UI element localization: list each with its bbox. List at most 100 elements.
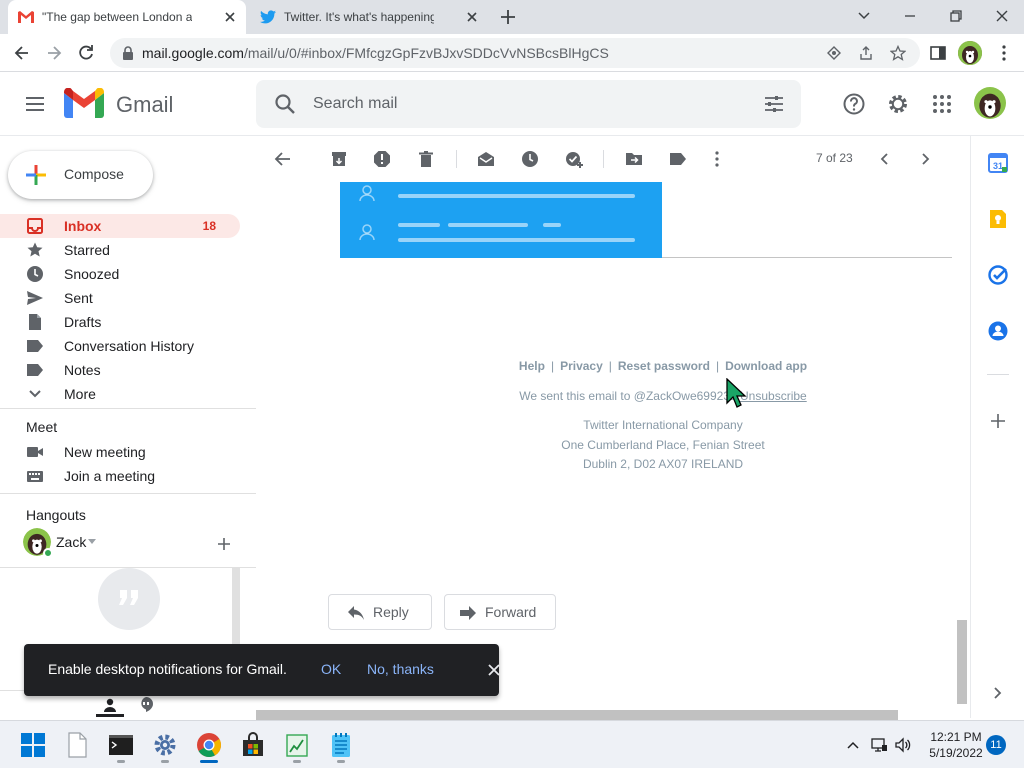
keep-icon[interactable]	[987, 208, 1009, 230]
close-icon[interactable]	[464, 9, 480, 25]
settings-gear-icon[interactable]	[886, 92, 910, 116]
compose-button[interactable]: Compose	[8, 151, 153, 199]
chevron-left-icon[interactable]	[876, 150, 894, 168]
lock-icon[interactable]	[120, 45, 136, 61]
vertical-scrollbar[interactable]	[957, 620, 967, 704]
share-icon[interactable]	[858, 45, 874, 61]
nav-item-starred[interactable]: Starred	[0, 238, 256, 262]
system-clock[interactable]: 12:21 PM 5/19/2022	[920, 729, 992, 761]
nav-item-drafts[interactable]: Drafts	[0, 310, 256, 334]
new-tab-icon[interactable]	[498, 7, 518, 27]
close-icon[interactable]	[222, 9, 238, 25]
hangouts-avatar[interactable]	[23, 528, 53, 558]
meet-list: New meeting Join a meeting	[0, 440, 256, 488]
gmail-header: Gmail Search mail	[0, 72, 1024, 136]
help-link[interactable]: Help	[519, 359, 545, 373]
label-icon	[27, 364, 43, 376]
restore-icon[interactable]	[944, 5, 968, 27]
archive-icon[interactable]	[330, 150, 348, 168]
nav-item-inbox[interactable]: Inbox 18	[0, 214, 240, 238]
toast-no-thanks-button[interactable]: No, thanks	[367, 661, 434, 677]
privacy-link[interactable]: Privacy	[560, 359, 603, 373]
contacts-icon[interactable]	[987, 320, 1009, 342]
calendar-icon[interactable]: 31	[987, 152, 1009, 174]
online-status-dot	[43, 548, 53, 558]
file-icon[interactable]	[64, 732, 90, 758]
close-window-icon[interactable]	[990, 5, 1014, 27]
report-spam-icon[interactable]	[373, 150, 391, 168]
network-icon[interactable]	[870, 736, 888, 754]
nav-item-snoozed[interactable]: Snoozed	[0, 262, 256, 286]
help-icon[interactable]	[842, 92, 866, 116]
search-options-icon[interactable]	[763, 93, 785, 115]
tab-gmail[interactable]: "The gap between London and the	[8, 0, 246, 34]
caret-down-icon[interactable]	[88, 539, 96, 545]
nav-label: Join a meeting	[64, 468, 156, 484]
search-input[interactable]: Search mail	[313, 95, 397, 113]
notification-badge[interactable]: 11	[986, 735, 1006, 755]
main-menu-icon[interactable]	[24, 94, 46, 114]
close-icon[interactable]	[486, 662, 502, 678]
site-settings-icon[interactable]	[826, 45, 842, 61]
windows-start-icon[interactable]	[20, 732, 46, 758]
reply-button[interactable]: Reply	[328, 594, 432, 630]
back-icon[interactable]	[12, 43, 32, 63]
horizontal-scrollbar[interactable]	[256, 710, 898, 720]
account-avatar[interactable]	[974, 87, 1006, 119]
label-icon[interactable]	[669, 150, 687, 168]
forward-icon[interactable]	[44, 43, 64, 63]
search-bar[interactable]: Search mail	[256, 80, 801, 128]
tab-twitter[interactable]: Twitter. It's what's happening / T	[250, 0, 488, 34]
omnibox[interactable]: mail.google.com/mail/u/0/#inbox/FMfcgzGp…	[110, 38, 920, 68]
delete-icon[interactable]	[417, 150, 435, 168]
chevron-right-icon[interactable]	[916, 150, 934, 168]
download-app-link[interactable]: Download app	[725, 359, 807, 373]
spreadsheet-icon[interactable]	[284, 732, 310, 758]
settings-gear-icon[interactable]	[152, 732, 178, 758]
toast-ok-button[interactable]: OK	[321, 661, 341, 677]
nav-item-notes[interactable]: Notes	[0, 358, 256, 382]
join-meeting-item[interactable]: Join a meeting	[0, 464, 256, 488]
person-icon[interactable]	[102, 697, 118, 713]
show-side-panel-chevron-icon[interactable]	[987, 682, 1009, 704]
volume-icon[interactable]	[894, 736, 912, 754]
mark-unread-icon[interactable]	[477, 150, 495, 168]
hangouts-chat-icon[interactable]	[138, 696, 154, 713]
terminal-icon[interactable]	[108, 732, 134, 758]
store-icon[interactable]	[240, 732, 266, 758]
gmail-wordmark: Gmail	[116, 92, 174, 117]
chrome-icon[interactable]	[196, 732, 222, 758]
chevron-down-icon[interactable]	[852, 5, 876, 27]
back-to-inbox-icon[interactable]	[274, 150, 292, 168]
toast-message: Enable desktop notifications for Gmail.	[48, 661, 287, 677]
forward-button[interactable]: Forward	[444, 594, 556, 630]
hangouts-user[interactable]: Zack	[56, 534, 86, 550]
new-meeting-item[interactable]: New meeting	[0, 440, 256, 464]
snooze-icon[interactable]	[521, 150, 539, 168]
bookmark-star-icon[interactable]	[890, 45, 906, 61]
more-vert-icon[interactable]	[708, 150, 726, 168]
minimize-icon[interactable]	[898, 5, 922, 27]
add-icon[interactable]	[216, 536, 232, 552]
get-addons-plus-icon[interactable]	[987, 410, 1009, 432]
gmail-logo-icon[interactable]	[64, 88, 104, 118]
twitter-promo-card[interactable]	[340, 182, 662, 258]
nav-item-more[interactable]: More	[0, 382, 256, 406]
nav-item-conversation-history[interactable]: Conversation History	[0, 334, 256, 358]
side-panel-icon[interactable]	[928, 43, 948, 63]
unsubscribe-link[interactable]: Unsubscribe	[740, 389, 807, 403]
add-to-tasks-icon[interactable]	[565, 150, 583, 168]
notepad-icon[interactable]	[328, 732, 354, 758]
more-vert-icon[interactable]	[994, 43, 1014, 63]
nav-item-sent[interactable]: Sent	[0, 286, 256, 310]
reload-icon[interactable]	[76, 43, 96, 63]
move-to-icon[interactable]	[625, 150, 643, 168]
reset-password-link[interactable]: Reset password	[618, 359, 710, 373]
clock-time: 12:21 PM	[930, 730, 982, 744]
chevron-up-icon[interactable]	[844, 736, 862, 754]
profile-avatar[interactable]	[958, 41, 982, 65]
search-icon[interactable]	[274, 93, 296, 115]
tasks-icon[interactable]	[987, 264, 1009, 286]
label-icon	[27, 340, 43, 352]
apps-grid-icon[interactable]	[930, 92, 954, 116]
